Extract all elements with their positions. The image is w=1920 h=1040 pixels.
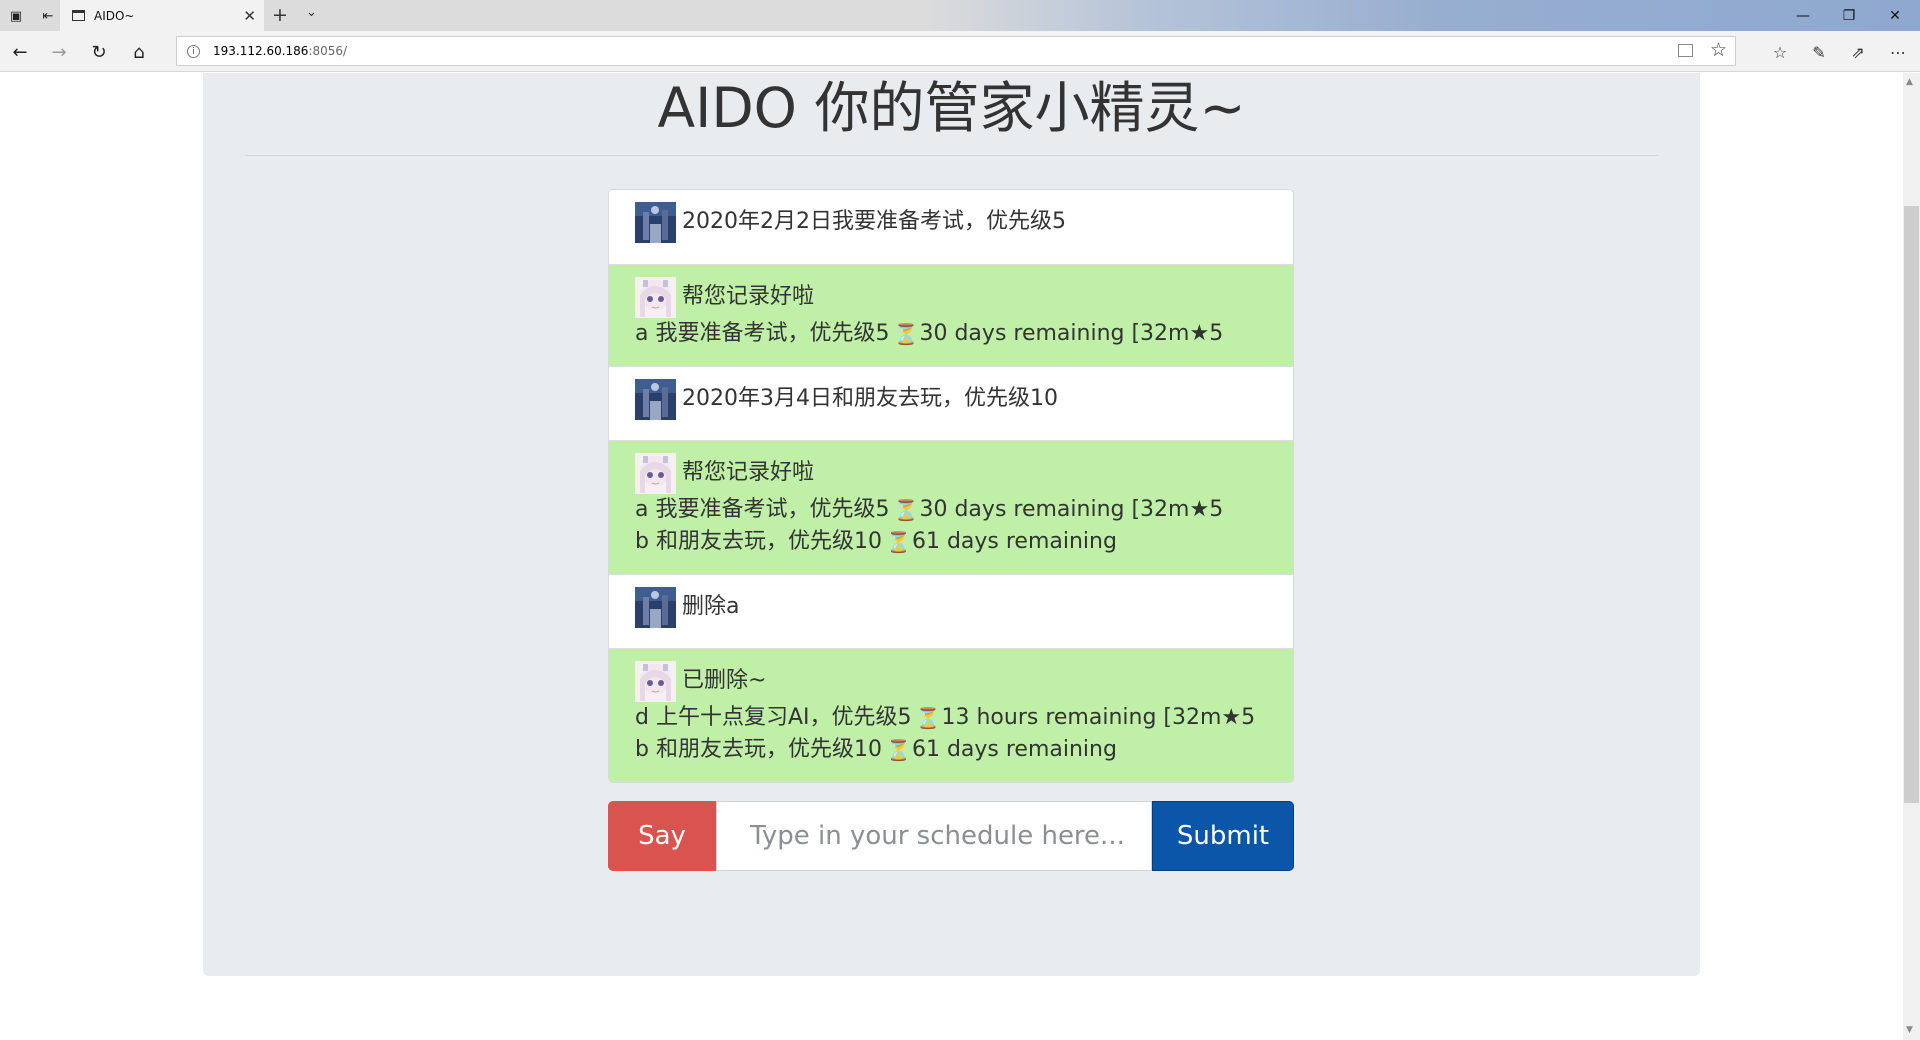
share-icon[interactable]: ⇗ bbox=[1846, 40, 1870, 64]
favorites-hub-icon[interactable]: ☆ bbox=[1768, 40, 1792, 64]
address-bar[interactable]: i 193.112.60.186:8056/ ☆ bbox=[176, 36, 1736, 66]
bot-avatar bbox=[635, 452, 676, 494]
user-avatar bbox=[635, 378, 676, 420]
schedule-item-text: b 和朋友去玩，优先级10 bbox=[635, 529, 882, 554]
vertical-scrollbar[interactable]: ▲ ▼ bbox=[1903, 73, 1920, 1040]
schedule-item: a 我要准备考试，优先级5 ⏳ 30 days remaining [32m★5 bbox=[635, 494, 1267, 526]
refresh-icon[interactable]: ↻ bbox=[87, 40, 111, 64]
schedule-input[interactable] bbox=[716, 801, 1152, 871]
message-text: 2020年3月4日和朋友去玩，优先级10 bbox=[682, 386, 1058, 411]
schedule-item: b 和朋友去玩，优先级10 ⏳ 61 days remaining bbox=[635, 526, 1267, 558]
forward-icon[interactable]: → bbox=[47, 40, 71, 64]
back-icon[interactable]: ← bbox=[8, 40, 32, 64]
bot-message: 帮您记录好啦 a 我要准备考试，优先级5 ⏳ 30 days remaining [3… bbox=[609, 440, 1293, 574]
divider bbox=[245, 155, 1658, 156]
user-message: 删除a bbox=[609, 574, 1293, 648]
schedule-item-text: b 和朋友去玩，优先级10 bbox=[635, 737, 882, 762]
maximize-icon[interactable]: ❐ bbox=[1826, 0, 1872, 31]
home-icon[interactable]: ⌂ bbox=[127, 40, 151, 64]
user-avatar bbox=[635, 201, 676, 243]
schedule-item: d 上午十点复习AI，优先级5 ⏳ 13 hours remaining [32m★… bbox=[635, 702, 1267, 734]
pen-icon[interactable]: ✎ bbox=[1807, 40, 1831, 64]
schedule-item-remaining: 13 hours remaining [32m★5 bbox=[941, 705, 1256, 730]
hourglass-icon: ⏳ bbox=[915, 706, 941, 730]
schedule-item-remaining: 61 days remaining bbox=[911, 529, 1117, 554]
decorative-swirl bbox=[1460, 1028, 1720, 1040]
user-message: 2020年3月4日和朋友去玩，优先级10 bbox=[609, 366, 1293, 440]
message-text: 帮您记录好啦 bbox=[682, 460, 815, 485]
bot-avatar bbox=[635, 276, 676, 318]
hourglass-icon: ⏳ bbox=[885, 530, 911, 554]
hourglass-icon: ⏳ bbox=[885, 738, 911, 762]
scroll-up-icon[interactable]: ▲ bbox=[1906, 77, 1913, 87]
schedule-item-text: d 上午十点复习AI，优先级5 bbox=[635, 705, 912, 730]
schedule-item-text: a 我要准备考试，优先级5 bbox=[635, 321, 890, 346]
browser-tab[interactable]: AIDO~ ✕ bbox=[60, 0, 264, 31]
schedule-item: b 和朋友去玩，优先级10 ⏳ 61 days remaining bbox=[635, 734, 1267, 766]
more-icon[interactable]: ⋯ bbox=[1886, 40, 1910, 64]
user-message: 2020年2月2日我要准备考试，优先级5 bbox=[609, 190, 1293, 264]
close-window-icon[interactable]: ✕ bbox=[1872, 0, 1918, 31]
new-tab-icon[interactable]: + bbox=[272, 4, 288, 26]
tab-menu-icon[interactable]: ⌄ bbox=[306, 5, 317, 20]
close-tab-icon[interactable]: ✕ bbox=[243, 7, 256, 25]
minimize-icon[interactable]: — bbox=[1780, 0, 1826, 31]
say-button[interactable]: Say bbox=[608, 801, 716, 871]
page-title: AIDO 你的管家小精灵~ bbox=[657, 76, 1246, 140]
message-text: 2020年2月2日我要准备考试，优先级5 bbox=[682, 209, 1066, 234]
message-text: 删除a bbox=[682, 594, 740, 619]
favorite-star-icon[interactable]: ☆ bbox=[1710, 39, 1727, 61]
schedule-item-remaining: 61 days remaining bbox=[911, 737, 1117, 762]
hourglass-icon: ⏳ bbox=[893, 498, 919, 522]
schedule-item-remaining: 30 days remaining [32m★5 bbox=[919, 497, 1224, 522]
schedule-input-group: Say Submit bbox=[608, 801, 1294, 871]
schedule-item-text: a 我要准备考试，优先级5 bbox=[635, 497, 890, 522]
reading-view-icon[interactable] bbox=[1678, 44, 1693, 57]
set-aside-tabs-icon[interactable]: ⇤ bbox=[38, 6, 58, 26]
message-text: 帮您记录好啦 bbox=[682, 284, 815, 309]
bot-avatar bbox=[635, 660, 676, 702]
tab-title: AIDO~ bbox=[94, 8, 135, 23]
chat-history: 2020年2月2日我要准备考试，优先级5 帮您记录好啦 a 我要准备考试，优先级5 ⏳… bbox=[608, 189, 1294, 783]
hourglass-icon: ⏳ bbox=[893, 322, 919, 346]
page-icon bbox=[72, 10, 85, 21]
url-text[interactable]: 193.112.60.186:8056/ bbox=[213, 44, 347, 58]
user-avatar bbox=[635, 586, 676, 628]
message-text: 已删除~ bbox=[682, 668, 767, 693]
jumbotron: AIDO 你的管家小精灵~ 2020年2月2日我要准备考试，优先级5 帮您记录好啦… bbox=[203, 73, 1700, 976]
scroll-down-icon[interactable]: ▼ bbox=[1906, 1025, 1913, 1035]
bot-message: 帮您记录好啦 a 我要准备考试，优先级5 ⏳ 30 days remaining [3… bbox=[609, 264, 1293, 366]
schedule-item: a 我要准备考试，优先级5 ⏳ 30 days remaining [32m★5 bbox=[635, 318, 1267, 350]
tab-actions-icon[interactable]: ▣ bbox=[6, 6, 26, 26]
page-viewport: AIDO 你的管家小精灵~ 2020年2月2日我要准备考试，优先级5 帮您记录好啦… bbox=[0, 73, 1903, 1040]
browser-nav-bar: ← → ↻ ⌂ i 193.112.60.186:8056/ ☆ ☆ ✎ ⇗ ⋯ bbox=[0, 31, 1920, 72]
info-icon[interactable]: i bbox=[187, 45, 200, 58]
browser-tab-bar: ▣ ⇤ AIDO~ ✕ + ⌄ — ❐ ✕ bbox=[0, 0, 1920, 31]
scrollbar-thumb[interactable] bbox=[1904, 206, 1919, 803]
schedule-item-remaining: 30 days remaining [32m★5 bbox=[919, 321, 1224, 346]
bot-message: 已删除~ d 上午十点复习AI，优先级5 ⏳ 13 hours remaining [… bbox=[609, 648, 1293, 782]
submit-button[interactable]: Submit bbox=[1152, 801, 1294, 871]
